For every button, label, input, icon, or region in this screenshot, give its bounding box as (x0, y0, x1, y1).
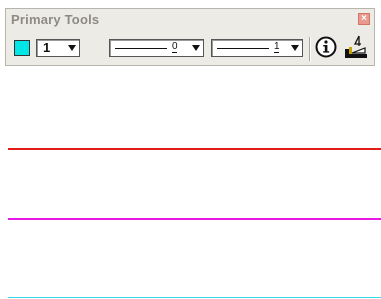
chevron-down-icon (192, 45, 200, 51)
magenta-line[interactable] (8, 218, 381, 220)
line-weight-dropdown[interactable]: 1 (211, 39, 303, 57)
drawing-view[interactable]: Primary Tools × 1 0 1 (0, 0, 381, 299)
red-line[interactable] (8, 148, 381, 150)
chevron-down-icon (291, 45, 299, 51)
line-weight-preview (217, 48, 269, 49)
place-line-tool-icon[interactable] (343, 34, 369, 60)
chevron-down-icon (68, 45, 76, 51)
close-button[interactable]: × (358, 13, 370, 25)
line-style-value-underline (172, 52, 177, 53)
primary-tools-window: Primary Tools × 1 0 1 (5, 8, 375, 66)
window-title: Primary Tools (11, 12, 100, 27)
line-weight-value-underline (274, 52, 279, 53)
line-style-value: 0 (172, 41, 178, 52)
line-weight-value: 1 (274, 41, 280, 52)
level-dropdown[interactable]: 1 (36, 39, 80, 57)
info-circle-icon[interactable] (315, 36, 337, 58)
toolbar-separator (309, 37, 311, 61)
level-value: 1 (43, 40, 51, 55)
line-style-dropdown[interactable]: 0 (109, 39, 204, 57)
tool-row: 1 0 1 (6, 31, 374, 65)
active-color-swatch[interactable] (14, 40, 30, 56)
cyan-line[interactable] (8, 297, 381, 298)
line-style-preview (115, 48, 167, 49)
title-bar[interactable]: Primary Tools × (6, 9, 374, 29)
